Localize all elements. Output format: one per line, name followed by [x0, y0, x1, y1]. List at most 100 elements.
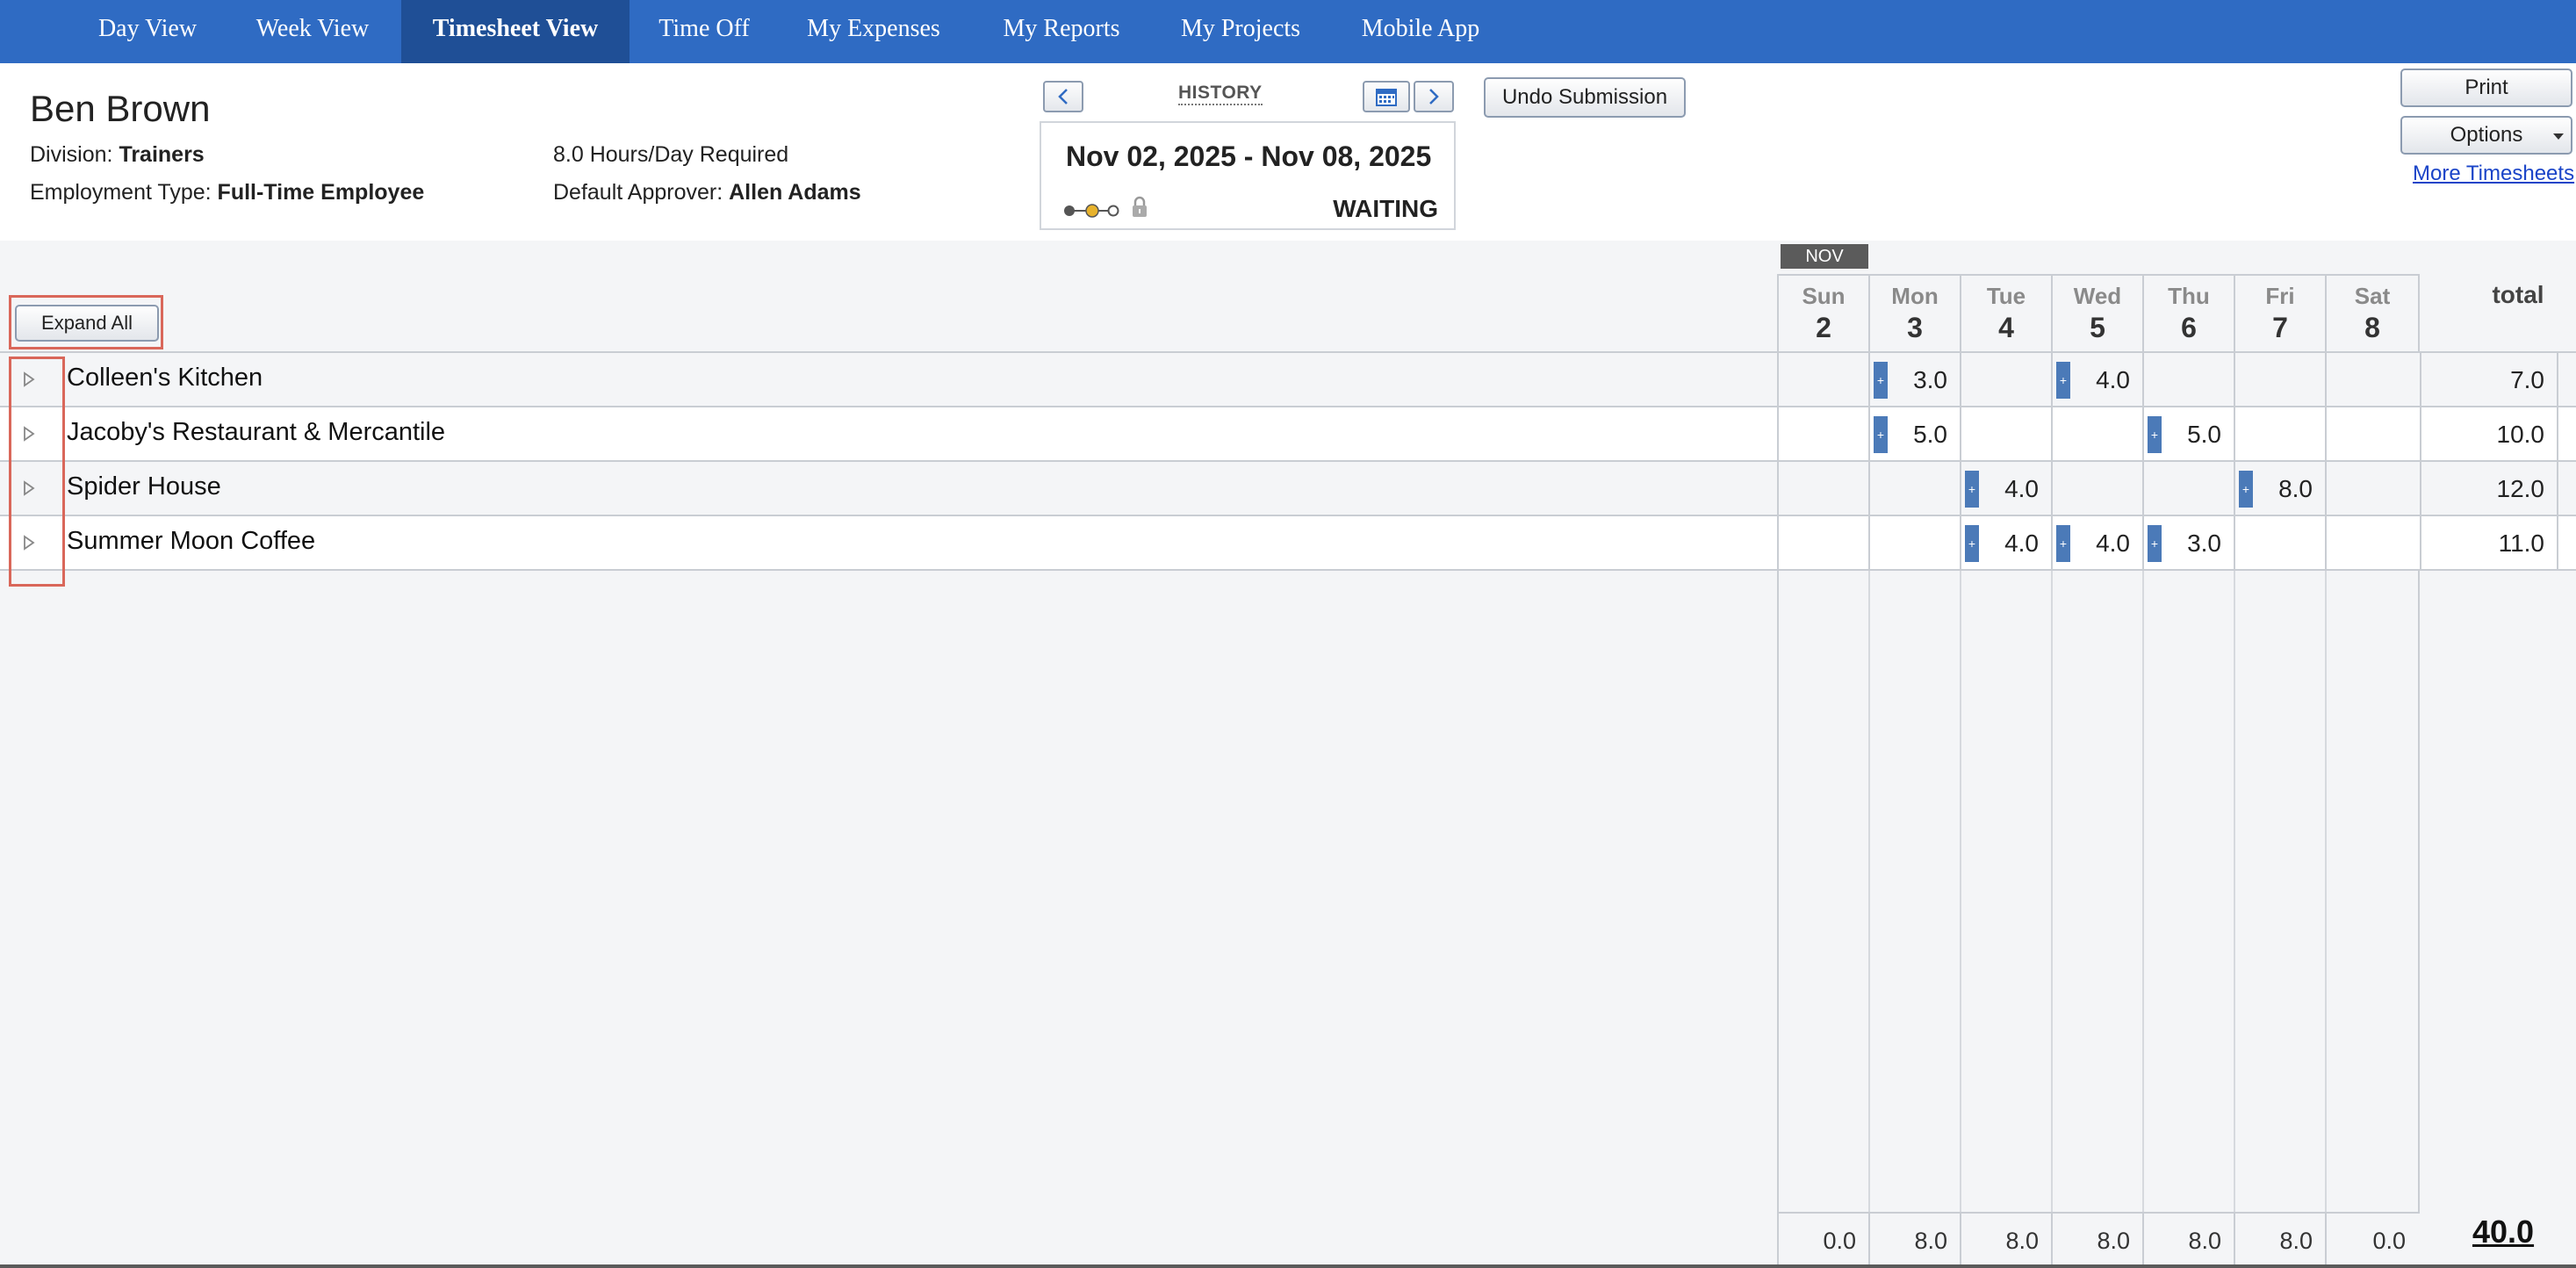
- grand-total: 40.0: [2472, 1214, 2535, 1250]
- hours-cell[interactable]: +3.0: [1868, 353, 1960, 406]
- hours-cell[interactable]: [2051, 407, 2142, 460]
- employee-name: Ben Brown: [30, 88, 211, 129]
- hours-cell[interactable]: [1868, 516, 1960, 569]
- nav-my-reports[interactable]: My Reports: [987, 0, 1136, 63]
- day-total-value: 0.0: [1823, 1228, 1856, 1254]
- grid-column-line: [1960, 571, 1961, 1212]
- row-total-value: 12.0: [2496, 475, 2545, 502]
- expand-arrow-icon[interactable]: [21, 479, 37, 497]
- table-row: Jacoby's Restaurant & Mercantile +5.0 +5…: [0, 406, 2576, 460]
- hours-value: 3.0: [1913, 366, 1947, 393]
- hours-cell[interactable]: +8.0: [2234, 462, 2325, 515]
- hours-cell[interactable]: +4.0: [2051, 353, 2142, 406]
- day-total-cell: 8.0: [2142, 1214, 2234, 1266]
- expand-arrow-icon[interactable]: [21, 534, 37, 551]
- hours-cell[interactable]: +3.0: [2142, 516, 2234, 569]
- hours-cell[interactable]: [1960, 407, 2051, 460]
- project-name: Colleen's Kitchen: [67, 364, 263, 392]
- approver-info: Default Approver: Allen Adams: [553, 180, 861, 205]
- hours-value: 5.0: [2187, 421, 2221, 448]
- nav-day-view[interactable]: Day View: [79, 0, 216, 63]
- previous-period-button[interactable]: [1043, 81, 1083, 112]
- plus-icon[interactable]: +: [2148, 416, 2162, 453]
- undo-submission-button[interactable]: Undo Submission: [1484, 77, 1686, 118]
- day-total-cell: 8.0: [2051, 1214, 2142, 1266]
- plus-icon[interactable]: +: [2056, 362, 2070, 399]
- hours-cell[interactable]: +4.0: [1960, 516, 2051, 569]
- hours-cell[interactable]: +4.0: [1960, 462, 2051, 515]
- nav-my-expenses[interactable]: My Expenses: [792, 0, 955, 63]
- project-name: Jacoby's Restaurant & Mercantile: [67, 418, 446, 446]
- day-number: 8: [2364, 312, 2380, 343]
- grid-column-line: [2325, 571, 2327, 1212]
- hours-cell[interactable]: [2234, 353, 2325, 406]
- hours-cell[interactable]: [2234, 407, 2325, 460]
- approval-progress-icon: [1064, 204, 1119, 218]
- plus-icon[interactable]: +: [1965, 525, 1979, 562]
- plus-icon[interactable]: +: [2148, 525, 2162, 562]
- nav-my-projects[interactable]: My Projects: [1168, 0, 1313, 63]
- hours-cell[interactable]: [1777, 407, 1868, 460]
- chevron-right-icon: [1429, 89, 1439, 104]
- nav-time-off[interactable]: Time Off: [644, 0, 764, 63]
- employment-info: Employment Type: Full-Time Employee: [30, 180, 424, 205]
- day-total-cell: 0.0: [1777, 1214, 1868, 1266]
- hours-value: 4.0: [2004, 530, 2039, 557]
- expand-arrow-icon[interactable]: [21, 425, 37, 443]
- row-total-cell: 12.0: [2420, 462, 2558, 515]
- hours-cell[interactable]: [2325, 516, 2420, 569]
- expand-all-button[interactable]: Expand All: [15, 305, 159, 342]
- day-header-fri: Fri 7: [2234, 274, 2325, 351]
- hours-cell[interactable]: +5.0: [2142, 407, 2234, 460]
- nav-timesheet-view[interactable]: Timesheet View: [401, 0, 630, 63]
- calendar-button[interactable]: [1363, 81, 1410, 112]
- hours-cell[interactable]: +4.0: [2051, 516, 2142, 569]
- day-header-mon: Mon 3: [1868, 274, 1960, 351]
- day-total-value: 0.0: [2372, 1228, 2406, 1254]
- bottom-divider: [0, 1264, 2576, 1268]
- hours-cell[interactable]: [1777, 353, 1868, 406]
- day-name: Thu: [2168, 283, 2210, 309]
- plus-icon[interactable]: +: [2239, 471, 2253, 508]
- next-period-button[interactable]: [1414, 81, 1454, 112]
- plus-icon[interactable]: +: [1874, 416, 1888, 453]
- options-button[interactable]: Options: [2400, 116, 2572, 155]
- hours-value: 4.0: [2096, 530, 2130, 557]
- hours-cell[interactable]: [2234, 516, 2325, 569]
- day-number: 7: [2272, 312, 2288, 343]
- more-timesheets-link[interactable]: More Timesheets: [2413, 162, 2574, 186]
- row-total-value: 10.0: [2496, 421, 2545, 448]
- day-total-value: 8.0: [2279, 1228, 2313, 1254]
- hours-cell[interactable]: [2142, 462, 2234, 515]
- nav-week-view[interactable]: Week View: [234, 0, 392, 63]
- plus-icon[interactable]: +: [1874, 362, 1888, 399]
- day-number: 3: [1907, 312, 1923, 343]
- table-row: Colleen's Kitchen +3.0 +4.0 7.0: [0, 351, 2576, 406]
- hours-cell[interactable]: [2142, 353, 2234, 406]
- project-name: Spider House: [67, 472, 221, 501]
- hours-cell[interactable]: [2325, 353, 2420, 406]
- hours-cell[interactable]: +5.0: [1868, 407, 1960, 460]
- nav-mobile-app[interactable]: Mobile App: [1352, 0, 1489, 63]
- hours-cell[interactable]: [2325, 462, 2420, 515]
- grid-column-line: [2234, 571, 2235, 1212]
- hours-cell[interactable]: [1777, 516, 1868, 569]
- day-name: Sun: [1802, 283, 1846, 309]
- hours-cell[interactable]: [1960, 353, 2051, 406]
- division-value: Trainers: [119, 142, 205, 167]
- hours-cell[interactable]: [1868, 462, 1960, 515]
- day-number: 4: [1998, 312, 2014, 343]
- approver-label: Default Approver:: [553, 180, 723, 205]
- day-header-wed: Wed 5: [2051, 274, 2142, 351]
- history-link[interactable]: HISTORY: [1178, 83, 1263, 105]
- hours-cell[interactable]: [1777, 462, 1868, 515]
- plus-icon[interactable]: +: [1965, 471, 1979, 508]
- plus-icon[interactable]: +: [2056, 525, 2070, 562]
- expand-arrow-icon[interactable]: [21, 371, 37, 388]
- employment-value: Full-Time Employee: [217, 180, 425, 205]
- hours-cell[interactable]: [2051, 462, 2142, 515]
- hours-required: 8.0 Hours/Day Required: [553, 142, 789, 167]
- day-number: 2: [1816, 312, 1831, 343]
- hours-cell[interactable]: [2325, 407, 2420, 460]
- print-button[interactable]: Print: [2400, 68, 2572, 107]
